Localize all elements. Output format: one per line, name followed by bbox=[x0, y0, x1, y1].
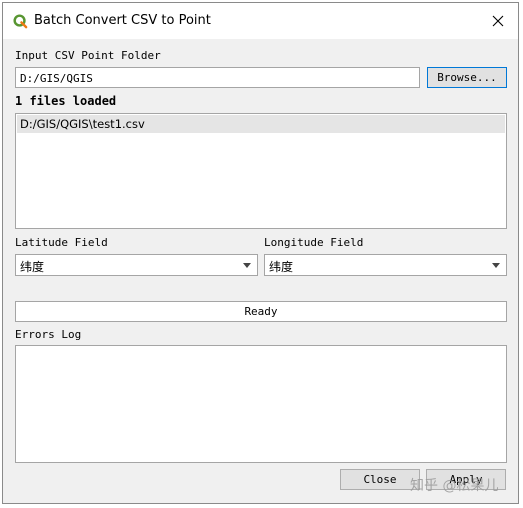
chevron-down-icon bbox=[492, 263, 500, 268]
browse-button[interactable]: Browse... bbox=[427, 67, 507, 88]
longitude-field-value: 纬度 bbox=[269, 260, 294, 274]
latitude-field-select[interactable]: 纬度 bbox=[15, 254, 258, 276]
progress-text: Ready bbox=[244, 305, 278, 318]
watermark: 知乎 @松果儿 bbox=[410, 478, 499, 494]
close-icon bbox=[492, 15, 504, 27]
chevron-down-icon bbox=[243, 263, 251, 268]
latitude-field-label: Latitude Field bbox=[15, 236, 108, 249]
list-item[interactable]: D:/GIS/QGIS\test1.csv bbox=[17, 115, 505, 133]
input-folder-label: Input CSV Point Folder bbox=[15, 49, 161, 62]
close-button-label: Close bbox=[363, 473, 397, 486]
title-bar: Batch Convert CSV to Point bbox=[3, 3, 518, 39]
latitude-field-value: 纬度 bbox=[20, 260, 45, 274]
close-window-button[interactable] bbox=[486, 10, 510, 32]
errors-log-label: Errors Log bbox=[15, 328, 82, 341]
close-button[interactable]: Close bbox=[340, 469, 420, 490]
longitude-field-label: Longitude Field bbox=[264, 236, 364, 249]
input-folder-field[interactable]: D:/GIS/QGIS bbox=[15, 67, 420, 88]
qgis-logo-icon bbox=[13, 14, 28, 29]
input-folder-value: D:/GIS/QGIS bbox=[20, 72, 93, 85]
progress-bar: Ready bbox=[15, 301, 507, 322]
errors-log-box[interactable] bbox=[15, 345, 507, 463]
files-loaded-status: 1 files loaded bbox=[15, 94, 117, 108]
longitude-field-select[interactable]: 纬度 bbox=[264, 254, 507, 276]
dialog-window: Batch Convert CSV to Point Input CSV Poi… bbox=[2, 2, 519, 504]
browse-button-label: Browse... bbox=[437, 71, 497, 84]
file-path: D:/GIS/QGIS\test1.csv bbox=[20, 117, 145, 131]
file-list[interactable]: D:/GIS/QGIS\test1.csv bbox=[15, 113, 507, 229]
window-title: Batch Convert CSV to Point bbox=[34, 13, 211, 28]
